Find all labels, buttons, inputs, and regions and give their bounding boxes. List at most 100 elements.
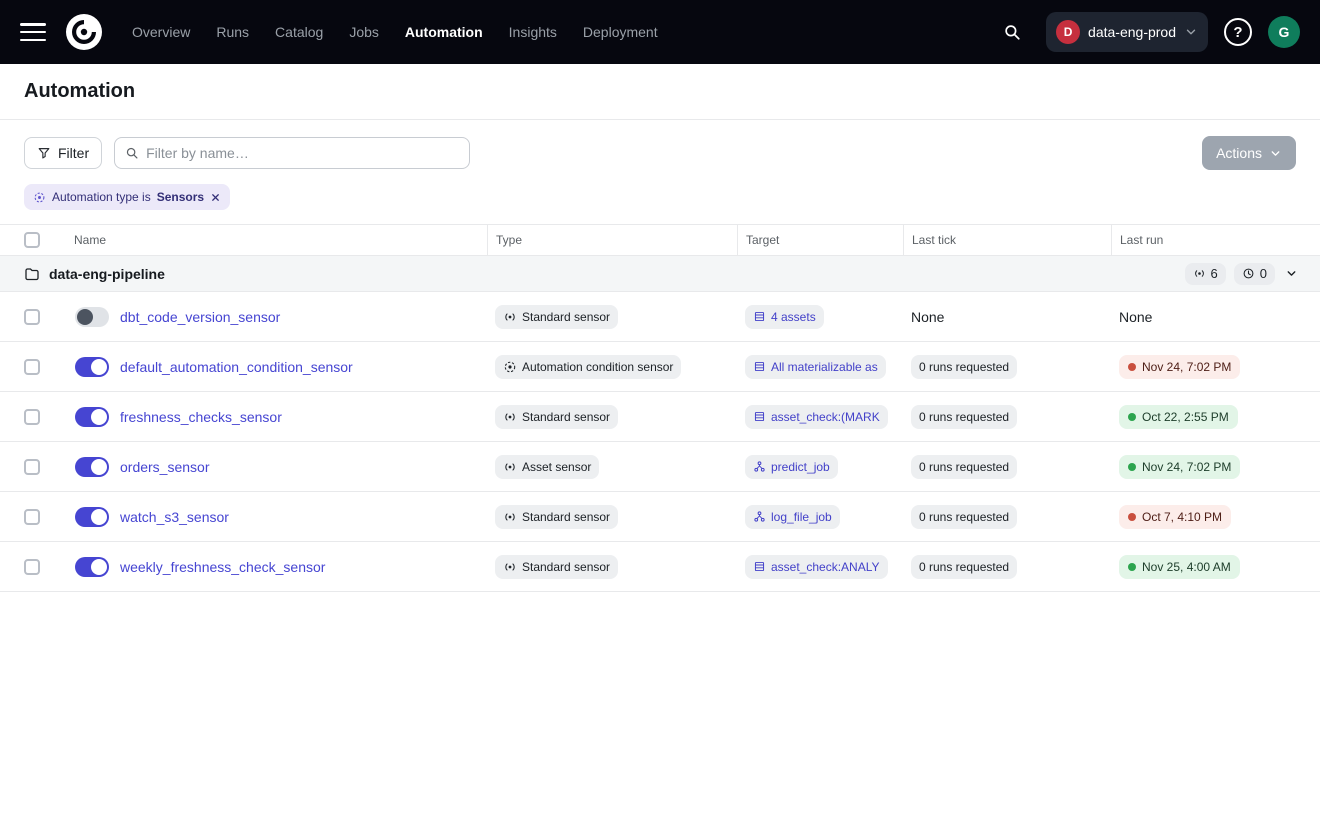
sensors-table: Name Type Target Last tick Last run data… <box>0 225 1320 592</box>
sensor-target-link[interactable]: asset_check:ANALY <box>745 555 888 579</box>
column-header-last-tick: Last tick <box>903 225 1111 255</box>
column-header-last-run: Last run <box>1111 225 1320 255</box>
sensor-target-link[interactable]: asset_check:(MARK <box>745 405 888 429</box>
table-row: dbt_code_version_sensor Standard sensor … <box>0 292 1320 342</box>
last-tick-badge: 0 runs requested <box>911 455 1017 479</box>
actions-button-label: Actions <box>1216 145 1262 161</box>
sensor-toggle[interactable] <box>75 307 109 327</box>
table-row: weekly_freshness_check_sensor Standard s… <box>0 542 1320 592</box>
sensor-target-link[interactable]: 4 assets <box>745 305 824 329</box>
last-tick-badge: 0 runs requested <box>911 355 1017 379</box>
nav-item-automation[interactable]: Automation <box>405 24 483 40</box>
sensor-toggle[interactable] <box>75 507 109 527</box>
user-initial: G <box>1279 24 1290 40</box>
sensor-target-link[interactable]: predict_job <box>745 455 838 479</box>
failure-dot-icon <box>1128 513 1136 521</box>
row-checkbox[interactable] <box>24 459 40 475</box>
workspace-avatar: D <box>1056 20 1080 44</box>
menu-icon[interactable] <box>20 23 46 41</box>
page-title: Automation <box>24 80 1296 103</box>
sensor-type-badge: Automation condition sensor <box>495 355 681 379</box>
table-row: default_automation_condition_sensor Auto… <box>0 342 1320 392</box>
schedules-count-badge: 0 <box>1234 263 1275 285</box>
sensor-name-link[interactable]: orders_sensor <box>120 459 210 475</box>
table-row: watch_s3_sensor Standard sensor log_file… <box>0 492 1320 542</box>
chevron-down-icon <box>1184 25 1198 39</box>
sensor-toggle[interactable] <box>75 407 109 427</box>
last-run-status-badge[interactable]: Oct 7, 4:10 PM <box>1119 505 1231 529</box>
table-row: freshness_checks_sensor Standard sensor … <box>0 392 1320 442</box>
sensor-name-link[interactable]: dbt_code_version_sensor <box>120 309 280 325</box>
sensor-name-link[interactable]: default_automation_condition_sensor <box>120 359 353 375</box>
schedules-count: 0 <box>1260 266 1267 281</box>
code-location-group-row[interactable]: data-eng-pipeline 6 0 <box>0 256 1320 292</box>
sensor-icon <box>503 510 517 524</box>
success-dot-icon <box>1128 463 1136 471</box>
column-header-target: Target <box>737 225 903 255</box>
sensor-type-badge: Standard sensor <box>495 505 618 529</box>
last-run-value: None <box>1119 309 1152 325</box>
row-checkbox[interactable] <box>24 559 40 575</box>
nav-item-overview[interactable]: Overview <box>132 24 190 40</box>
filter-chip-prefix: Automation type is <box>52 190 151 204</box>
last-tick-badge: 0 runs requested <box>911 505 1017 529</box>
asset-icon <box>753 310 766 323</box>
table-header: Name Type Target Last tick Last run <box>0 225 1320 256</box>
select-all-checkbox[interactable] <box>24 232 40 248</box>
asset-icon <box>753 560 766 573</box>
sensor-name-link[interactable]: weekly_freshness_check_sensor <box>120 559 325 575</box>
asset-icon <box>753 410 766 423</box>
filter-button[interactable]: Filter <box>24 137 102 169</box>
row-checkbox[interactable] <box>24 359 40 375</box>
sensor-target-link[interactable]: log_file_job <box>745 505 840 529</box>
failure-dot-icon <box>1128 363 1136 371</box>
search-icon[interactable] <box>994 14 1030 50</box>
sensor-toggle[interactable] <box>75 357 109 377</box>
search-icon <box>125 146 139 160</box>
code-location-name: data-eng-pipeline <box>49 266 165 282</box>
asset-icon <box>753 360 766 373</box>
last-run-status-badge[interactable]: Nov 25, 4:00 AM <box>1119 555 1240 579</box>
dagster-logo-icon[interactable] <box>64 12 104 52</box>
sensor-icon <box>503 460 517 474</box>
table-row: orders_sensor Asset sensor predict_job 0… <box>0 442 1320 492</box>
sensors-count-badge: 6 <box>1185 263 1226 285</box>
last-run-status-badge[interactable]: Nov 24, 7:02 PM <box>1119 355 1240 379</box>
sensor-icon <box>503 560 517 574</box>
sensor-name-link[interactable]: freshness_checks_sensor <box>120 409 282 425</box>
row-checkbox[interactable] <box>24 509 40 525</box>
search-input[interactable] <box>146 145 459 161</box>
nav-item-jobs[interactable]: Jobs <box>349 24 379 40</box>
nav-item-insights[interactable]: Insights <box>509 24 557 40</box>
sensor-name-link[interactable]: watch_s3_sensor <box>120 509 229 525</box>
nav-item-runs[interactable]: Runs <box>216 24 249 40</box>
help-icon[interactable]: ? <box>1224 18 1252 46</box>
column-header-type: Type <box>487 225 737 255</box>
automation-condition-icon <box>33 191 46 204</box>
filter-chip-value: Sensors <box>157 190 204 204</box>
last-run-status-badge[interactable]: Nov 24, 7:02 PM <box>1119 455 1240 479</box>
nav-item-deployment[interactable]: Deployment <box>583 24 658 40</box>
workspace-switcher[interactable]: D data-eng-prod <box>1046 12 1208 52</box>
collapse-group-chevron-icon[interactable] <box>1283 265 1300 282</box>
last-run-status-badge[interactable]: Oct 22, 2:55 PM <box>1119 405 1238 429</box>
close-icon[interactable] <box>210 192 221 203</box>
sensor-icon <box>503 410 517 424</box>
active-filters-row: Automation type is Sensors <box>0 184 1320 225</box>
success-dot-icon <box>1128 413 1136 421</box>
job-icon <box>753 510 766 523</box>
sensor-toggle[interactable] <box>75 457 109 477</box>
sensor-type-badge: Standard sensor <box>495 305 618 329</box>
sensor-toggle[interactable] <box>75 557 109 577</box>
chevron-down-icon <box>1269 147 1282 160</box>
actions-button[interactable]: Actions <box>1202 136 1296 170</box>
nav-item-catalog[interactable]: Catalog <box>275 24 323 40</box>
name-filter-search[interactable] <box>114 137 470 169</box>
row-checkbox[interactable] <box>24 309 40 325</box>
sensor-target-link[interactable]: All materializable as <box>745 355 886 379</box>
row-checkbox[interactable] <box>24 409 40 425</box>
filter-chip-automation-type[interactable]: Automation type is Sensors <box>24 184 230 210</box>
user-avatar[interactable]: G <box>1268 16 1300 48</box>
column-header-name: Name <box>64 225 487 255</box>
nav-right-cluster: D data-eng-prod ? G <box>994 12 1300 52</box>
